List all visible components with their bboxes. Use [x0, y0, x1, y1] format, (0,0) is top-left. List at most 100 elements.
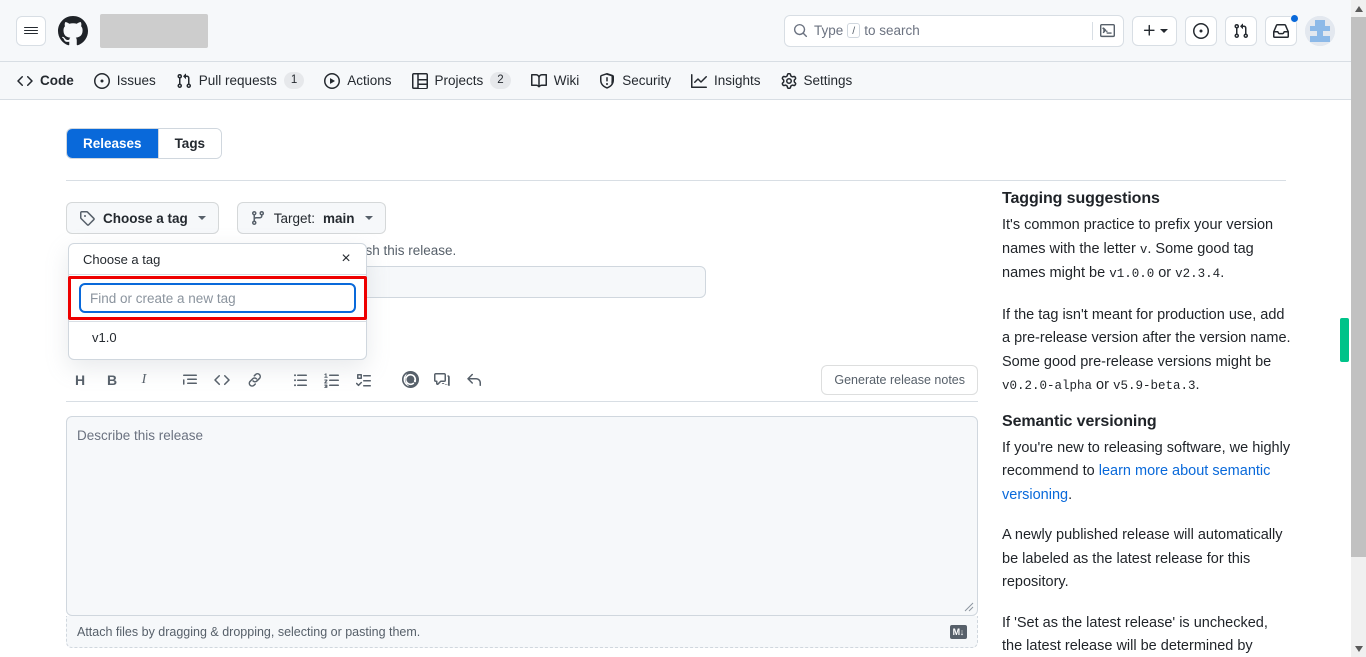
header-actions: Type / to search	[784, 13, 1335, 47]
release-description-textarea[interactable]: Describe this release	[66, 416, 978, 616]
issue-opened-icon	[1193, 22, 1209, 39]
semantic-versioning-heading: Semantic versioning	[1002, 412, 1157, 430]
repository-navigation: Code Issues Pull requests 1 Actions Proj…	[0, 62, 1351, 103]
shield-icon	[600, 72, 615, 89]
page-left-gutter	[0, 100, 14, 657]
saved-reply-icon[interactable]	[428, 366, 456, 394]
ordered-list-icon[interactable]	[318, 366, 346, 394]
text-fragment: .	[1220, 265, 1225, 281]
link-icon[interactable]	[240, 366, 268, 394]
inline-code: v5.9-beta.3	[1112, 379, 1196, 393]
tagging-paragraph-1: It's common practice to prefix your vers…	[1002, 214, 1292, 287]
semver-paragraph-1: If you're new to releasing software, we …	[1002, 437, 1292, 508]
mention-icon[interactable]	[396, 366, 424, 394]
repository-name-redacted[interactable]	[100, 13, 208, 48]
create-new-button[interactable]	[1132, 15, 1177, 46]
reply-icon[interactable]	[460, 366, 488, 394]
scroll-position-marker	[1340, 318, 1349, 362]
github-header: Type / to search	[0, 0, 1351, 62]
tag-options-list: v1.0	[69, 321, 366, 353]
repo-nav-item-settings[interactable]: Settings	[772, 65, 862, 97]
inline-code: v0.2.0-alpha	[1002, 379, 1093, 393]
target-branch-button[interactable]: Target: main	[236, 202, 386, 234]
resize-handle[interactable]	[962, 600, 974, 612]
repo-nav-item-code[interactable]: Code	[8, 65, 83, 103]
generate-release-notes-button[interactable]: Generate release notes	[821, 364, 978, 395]
search-placeholder-prefix: Type	[814, 23, 844, 38]
semver-paragraph-3: If 'Set as the latest release' is unchec…	[1002, 612, 1292, 657]
your-issues-button[interactable]	[1185, 15, 1217, 46]
scroll-down-arrow-icon[interactable]	[1351, 640, 1366, 657]
play-icon	[324, 72, 341, 89]
text-fragment: or	[1154, 265, 1176, 281]
unread-notification-dot	[1290, 13, 1299, 23]
global-nav-menu-button[interactable]	[16, 15, 46, 46]
command-palette-icon	[1100, 23, 1115, 38]
release-help-sidebar: Tagging suggestions It's common practice…	[1002, 190, 1292, 657]
release-description-editor: H B I Generate release notes Describe th…	[66, 358, 978, 648]
repo-nav-item-projects[interactable]: Projects 2	[403, 65, 520, 97]
list-item[interactable]: v1.0	[69, 322, 366, 353]
chevron-down-icon	[364, 216, 373, 220]
quote-icon[interactable]	[176, 366, 204, 394]
repo-nav-label: Projects	[434, 73, 484, 88]
bold-icon[interactable]: B	[98, 366, 126, 394]
repo-nav-label: Code	[40, 73, 74, 88]
github-logo-icon[interactable]	[58, 15, 88, 46]
inbox-icon	[1273, 23, 1289, 38]
gear-icon	[781, 72, 796, 89]
chevron-down-icon	[197, 216, 206, 220]
search-input[interactable]: Type / to search	[784, 14, 1124, 47]
repo-nav-item-actions[interactable]: Actions	[315, 65, 400, 97]
command-palette-group	[1092, 21, 1115, 40]
target-prefix-label: Target:	[273, 210, 316, 226]
search-placeholder-suffix: to search	[864, 23, 920, 38]
code-icon	[17, 75, 33, 86]
scrollbar-thumb[interactable]	[1351, 17, 1366, 557]
close-icon[interactable]: ×	[336, 249, 356, 269]
search-icon	[793, 23, 808, 38]
choose-a-tag-dropdown: Choose a tag × v1.0	[68, 243, 367, 360]
repo-nav-label: Insights	[713, 73, 761, 88]
issue-opened-icon	[93, 72, 110, 89]
avatar[interactable]	[1305, 15, 1335, 46]
chevron-down-icon	[1160, 28, 1168, 33]
scroll-up-arrow-icon[interactable]	[1351, 0, 1366, 17]
text-fragment: or	[1092, 377, 1113, 393]
text-fragment: .	[1195, 377, 1200, 393]
unordered-list-icon[interactable]	[286, 366, 314, 394]
browser-viewport: Type / to search Code Issues Pull reques…	[0, 0, 1366, 657]
page-body: Releases Tags Choose a tag Target: main	[0, 100, 1351, 657]
find-or-create-tag-input[interactable]	[79, 283, 356, 313]
markdown-supported-icon[interactable]: M↓	[949, 624, 967, 639]
repo-nav-label: Actions	[347, 73, 392, 88]
inline-code: v2.3.4	[1175, 267, 1221, 281]
search-placeholder: Type / to search	[814, 23, 920, 38]
attach-files-bar[interactable]: Attach files by dragging & dropping, sel…	[66, 616, 978, 648]
repo-nav-item-wiki[interactable]: Wiki	[522, 65, 589, 97]
tab-tags[interactable]: Tags	[157, 129, 222, 158]
your-pull-requests-button[interactable]	[1225, 15, 1257, 46]
repo-nav-item-pull-requests[interactable]: Pull requests 1	[167, 65, 313, 97]
inline-code: v1.0.0	[1109, 267, 1155, 281]
repo-nav-item-insights[interactable]: Insights	[682, 65, 770, 97]
repo-nav-counter: 1	[283, 72, 305, 89]
repo-nav-label: Settings	[803, 73, 853, 88]
git-pull-request-icon	[177, 73, 191, 88]
dropdown-title: Choose a tag	[83, 251, 161, 267]
notifications-button[interactable]	[1265, 13, 1299, 46]
dropdown-input-wrap	[69, 275, 366, 321]
heading-icon[interactable]: H	[66, 366, 94, 394]
task-list-icon[interactable]	[350, 366, 378, 394]
repo-nav-item-security[interactable]: Security	[590, 65, 680, 97]
italic-icon[interactable]: I	[130, 366, 158, 394]
choose-a-tag-button[interactable]: Choose a tag	[66, 202, 219, 234]
repo-nav-item-issues[interactable]: Issues	[85, 65, 165, 97]
semantic-versioning-section: Semantic versioning If you're new to rel…	[1002, 413, 1292, 657]
vertical-scrollbar[interactable]	[1351, 0, 1366, 657]
markdown-toolbar: H B I Generate release notes	[66, 358, 978, 402]
choose-a-tag-label: Choose a tag	[103, 210, 188, 226]
code-icon[interactable]	[208, 366, 236, 394]
tab-releases[interactable]: Releases	[67, 129, 158, 158]
repo-nav-label: Security	[622, 73, 671, 88]
